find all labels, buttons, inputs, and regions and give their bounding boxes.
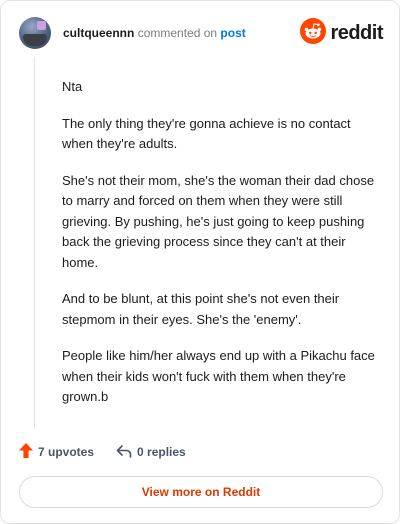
replies-count: 0 replies	[137, 445, 186, 459]
reply-arrow-icon	[116, 444, 132, 461]
comment-meta: cultqueennn commented on post	[63, 26, 246, 40]
comment-body: Nta The only thing they're gonna achieve…	[62, 77, 380, 424]
comment-paragraph: Nta	[62, 79, 83, 94]
reddit-logo-icon	[300, 17, 327, 49]
view-more-on-reddit-button[interactable]: View more on Reddit	[19, 476, 383, 508]
comment-footer: 7 upvotes 0 replies	[19, 442, 186, 462]
username[interactable]: cultqueennn	[63, 26, 134, 40]
reddit-brand[interactable]: reddit	[300, 17, 383, 49]
thread-line[interactable]	[34, 57, 35, 429]
post-link[interactable]: post	[220, 26, 245, 40]
action-text: commented on	[137, 26, 218, 40]
comment-paragraph: The only thing they're gonna achieve is …	[62, 115, 351, 152]
reddit-wordmark: reddit	[330, 21, 383, 44]
upvotes-stat[interactable]: 7 upvotes	[19, 443, 94, 461]
comment-paragraph: People like him/her always end up with a…	[62, 348, 375, 404]
comment-header: cultqueennn commented on post reddit	[19, 17, 383, 51]
upvote-arrow-icon	[19, 443, 33, 461]
comment-paragraph: And to be blunt, at this point she's not…	[62, 291, 340, 327]
embedded-comment-card: cultqueennn commented on post reddit Nta…	[0, 0, 400, 524]
replies-stat[interactable]: 0 replies	[116, 444, 186, 461]
user-avatar[interactable]	[19, 17, 51, 49]
upvotes-count: 7 upvotes	[38, 445, 95, 459]
comment-paragraph: She's not their mom, she's the woman the…	[62, 172, 375, 270]
